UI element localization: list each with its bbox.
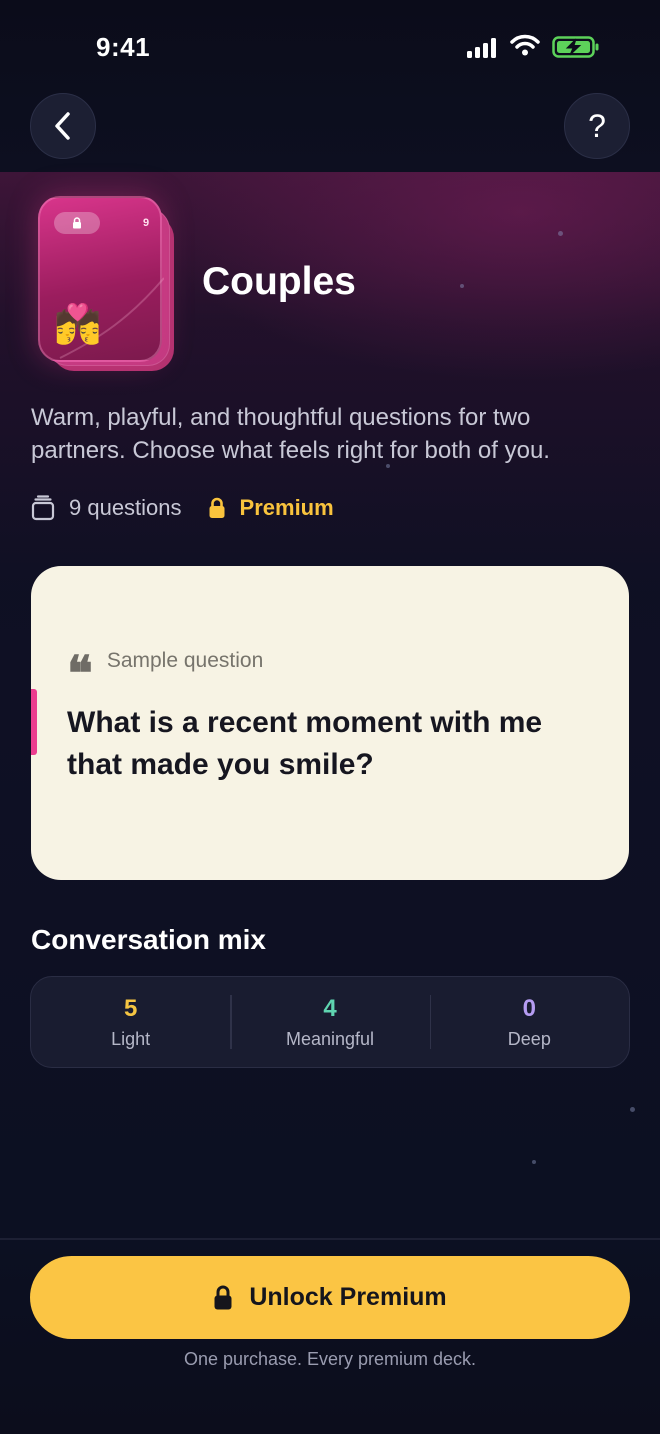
- footer-divider: [0, 1238, 660, 1240]
- wifi-icon: [510, 34, 540, 56]
- deck-meta: 9 questions Premium: [31, 492, 334, 524]
- help-label: ?: [588, 107, 606, 144]
- cellular-signal-icon: [467, 38, 496, 58]
- star-dot: [532, 1160, 536, 1164]
- app-screen: 9:41 ? 9 💏 Couples Warm, playful, and th…: [0, 0, 660, 1434]
- help-button[interactable]: ?: [564, 93, 630, 159]
- mix-deep: 0 Deep: [429, 977, 629, 1067]
- mix-deep-count: 0: [522, 995, 536, 1022]
- question-count-label: 9 questions: [69, 495, 182, 520]
- mix-light: 5 Light: [31, 977, 230, 1067]
- mix-light-label: Light: [111, 1029, 151, 1049]
- deck-cover: 9 💏: [38, 196, 178, 376]
- back-button[interactable]: [30, 93, 96, 159]
- couple-kiss-emoji: 💏: [54, 304, 102, 346]
- deck-card-front: 9 💏: [38, 196, 164, 362]
- mix-deep-label: Deep: [507, 1029, 551, 1049]
- mix-light-count: 5: [123, 995, 138, 1022]
- star-dot: [460, 284, 464, 288]
- mix-meaningful: 4 Meaningful: [230, 977, 429, 1067]
- sample-question-card: ❝ Sample question What is a recent momen…: [31, 566, 629, 880]
- cards-stack-icon: [31, 495, 55, 521]
- lock-icon: [209, 497, 225, 518]
- sample-question-label: Sample question: [106, 649, 264, 672]
- star-dot: [630, 1107, 635, 1112]
- premium-badge: Premium: [208, 495, 334, 521]
- mix-meaningful-label: Meaningful: [285, 1029, 375, 1049]
- deck-card-count: 9: [143, 217, 150, 229]
- premium-label: Premium: [239, 495, 334, 520]
- lock-icon: [73, 217, 81, 229]
- status-time: 9:41: [96, 32, 151, 62]
- sample-question-text: What is a recent moment with me that mad…: [67, 706, 543, 781]
- lock-icon: [214, 1285, 232, 1309]
- sample-question-header: ❝ Sample question: [67, 644, 264, 702]
- card-accent-bar: [31, 689, 37, 755]
- deck-title: Couples: [202, 260, 356, 303]
- status-bar: 9:41: [0, 0, 660, 96]
- mix-meaningful-count: 4: [323, 995, 337, 1022]
- battery-charging-icon: [552, 36, 599, 58]
- question-count: 9 questions: [31, 495, 182, 521]
- quote-icon: ❝: [67, 646, 93, 702]
- conversation-mix-title: Conversation mix: [31, 924, 266, 955]
- unlock-premium-label: Unlock Premium: [249, 1283, 447, 1311]
- purchase-note: One purchase. Every premium deck.: [183, 1349, 477, 1369]
- unlock-premium-button[interactable]: Unlock Premium: [30, 1256, 630, 1339]
- star-dot: [558, 231, 563, 236]
- deck-lock-badge: [54, 212, 100, 234]
- conversation-mix-panel: 5 Light 4 Meaningful 0 Deep: [30, 976, 630, 1068]
- chevron-left-icon: [55, 112, 70, 140]
- deck-description: Warm, playful, and thoughtful questions …: [31, 404, 550, 464]
